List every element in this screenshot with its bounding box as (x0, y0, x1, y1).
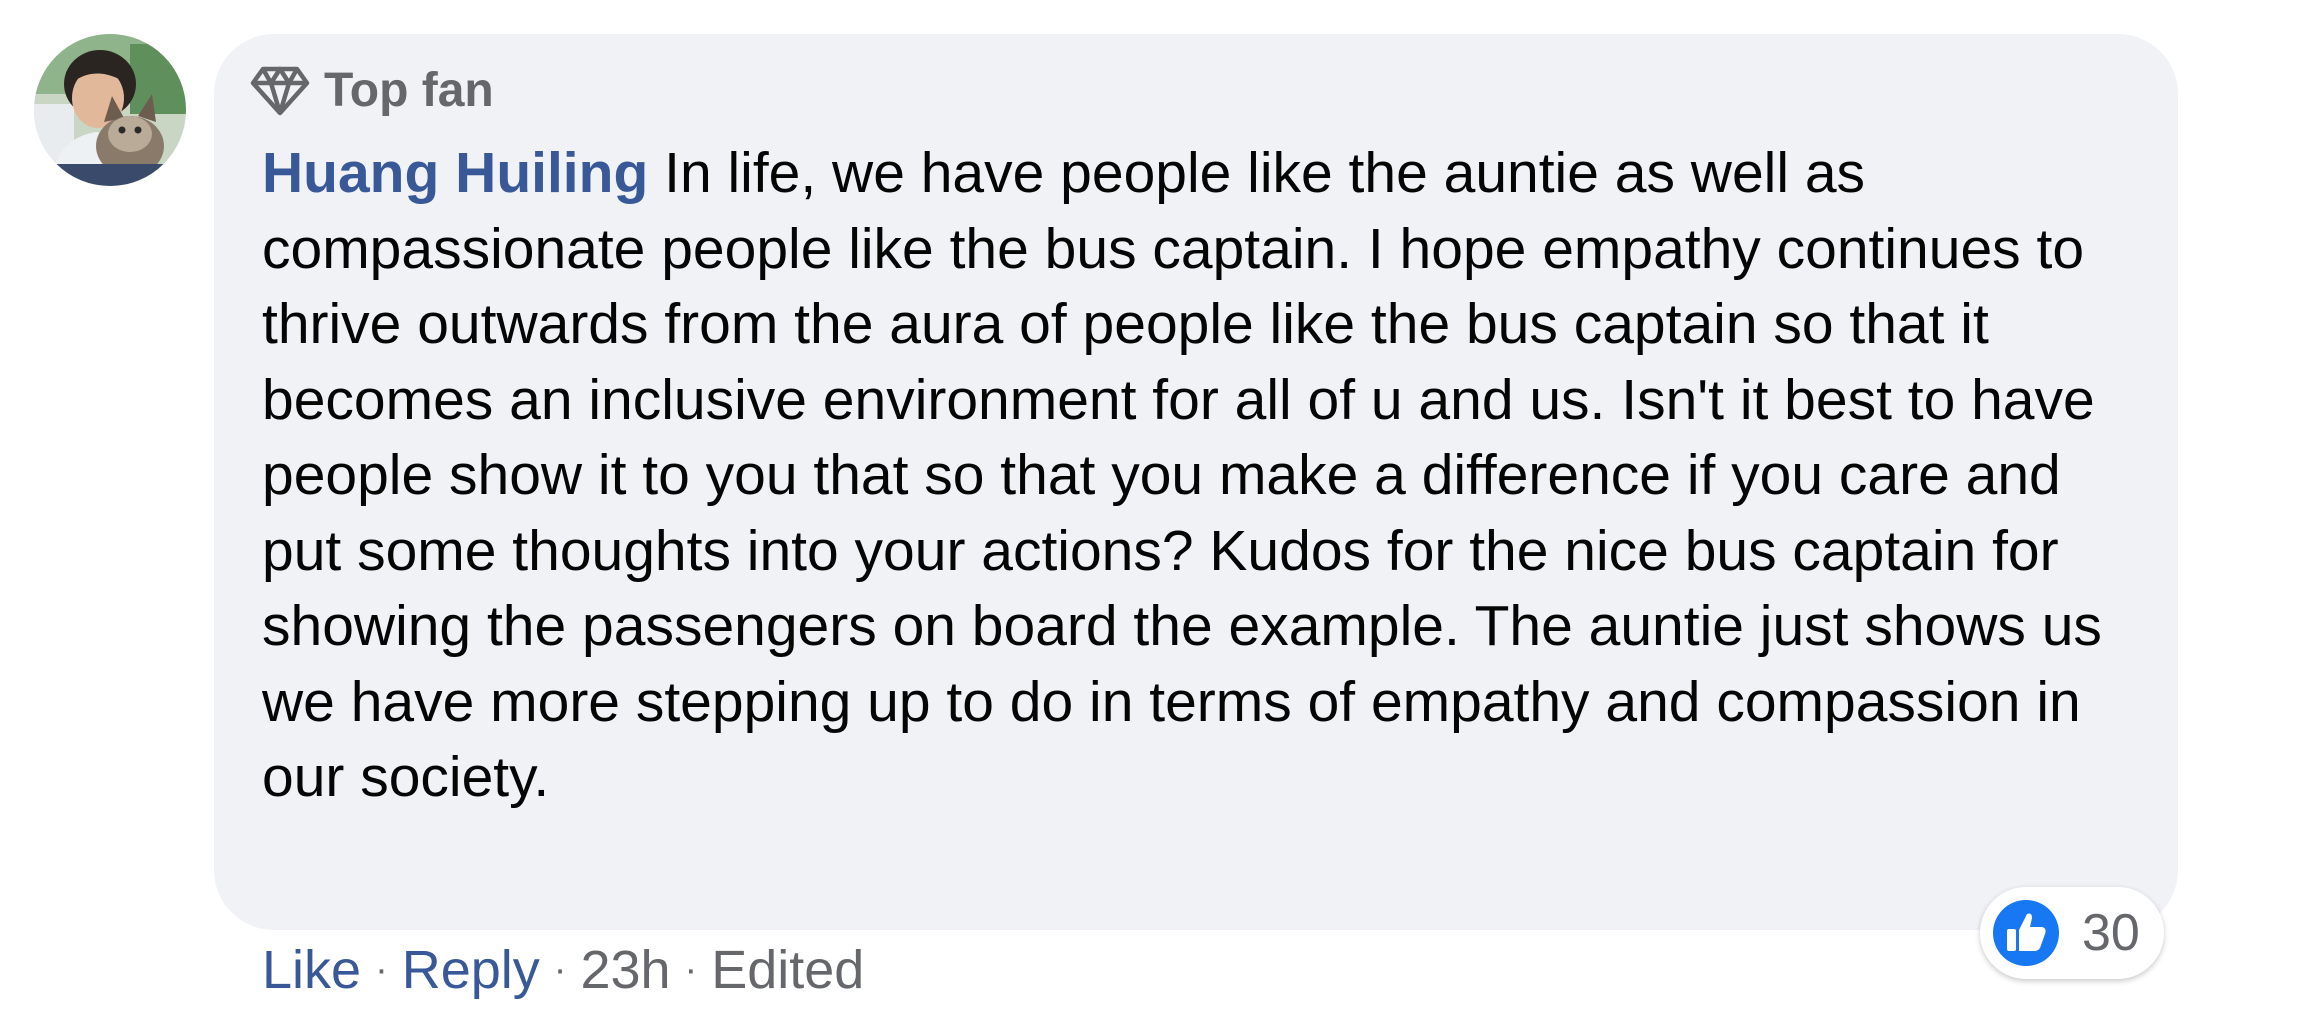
separator-dot: · (375, 948, 388, 991)
avatar[interactable] (34, 34, 186, 186)
comment-text: In life, we have people like the auntie … (262, 141, 2102, 809)
reaction-count: 30 (2082, 904, 2140, 962)
top-fan-badge[interactable]: Top fan (250, 58, 494, 122)
separator-dot: · (684, 948, 698, 991)
like-button[interactable]: Like (262, 939, 361, 1001)
author-name[interactable]: Huang Huiling (262, 141, 648, 205)
diamond-icon (250, 66, 310, 116)
badge-label: Top fan (324, 63, 494, 117)
comment-bubble: Top fan Huang Huiling In life, we have p… (214, 34, 2178, 930)
edited-label[interactable]: Edited (711, 939, 864, 1001)
comment-actions: Like · Reply · 23h · Edited (262, 935, 864, 1005)
timestamp[interactable]: 23h (580, 939, 670, 1001)
separator-dot: · (553, 948, 567, 991)
reply-button[interactable]: Reply (402, 939, 540, 1001)
comment-body: Huang Huiling In life, we have people li… (262, 136, 2152, 816)
reaction-summary[interactable]: 30 (1980, 887, 2164, 979)
thumbs-up-icon (1989, 896, 2063, 970)
avatar-photo (34, 34, 186, 186)
